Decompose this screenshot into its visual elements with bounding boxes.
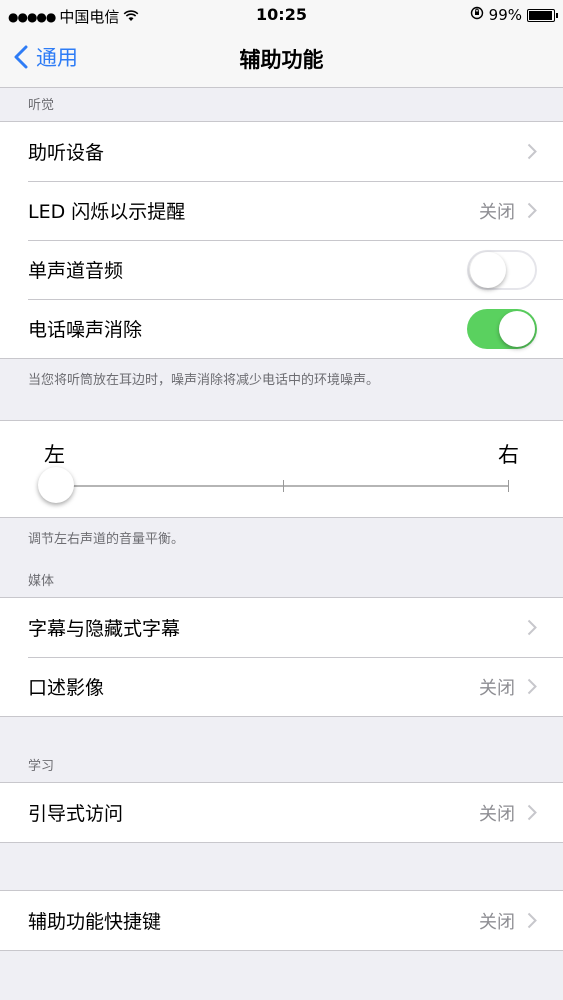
row-label: 字幕与隐藏式字幕 [28, 618, 181, 640]
chevron-right-icon [527, 143, 537, 160]
chevron-right-icon [527, 912, 537, 929]
noise-cancellation-footer: 当您将听筒放在耳边时，噪声消除将减少电话中的环境噪声。 [28, 373, 380, 388]
settings-content: 听觉 助听设备 LED 闪烁以示提醒 关闭 单声道音频 电话噪声消除 当您将听筒… [0, 88, 563, 951]
status-bar: ●●●●● 中国电信 10:25 99% [0, 0, 563, 30]
hearing-devices-row[interactable]: 助听设备 [0, 122, 563, 181]
balance-right-label: 右 [498, 443, 519, 467]
chevron-right-icon [527, 678, 537, 695]
row-value: 关闭 [479, 677, 515, 699]
slider-tick [282, 480, 284, 492]
slider-tick [508, 480, 509, 492]
chevron-right-icon [527, 804, 537, 821]
section-header-media: 媒体 [28, 574, 55, 589]
shortcut-group: 辅助功能快捷键 关闭 [0, 890, 563, 951]
status-right: 99% [470, 6, 558, 24]
row-label: 助听设备 [28, 142, 105, 164]
chevron-right-icon [527, 202, 537, 219]
subtitles-row[interactable]: 字幕与隐藏式字幕 [0, 598, 563, 657]
battery-percent: 99% [488, 6, 522, 24]
row-label: LED 闪烁以示提醒 [28, 201, 186, 223]
balance-left-label: 左 [44, 443, 65, 467]
page-title: 辅助功能 [239, 48, 324, 72]
guided-access-row[interactable]: 引导式访问 关闭 [0, 783, 563, 842]
chevron-right-icon [527, 619, 537, 636]
section-header-learning: 学习 [28, 759, 55, 774]
mono-audio-row: 单声道音频 [0, 240, 563, 299]
balance-group: 左 右 [0, 420, 563, 518]
row-value: 关闭 [479, 201, 515, 223]
toggle-knob [499, 310, 535, 347]
row-label: 引导式访问 [28, 803, 124, 825]
balance-slider[interactable] [38, 467, 509, 503]
row-label: 口述影像 [28, 677, 105, 699]
noise-cancellation-row: 电话噪声消除 [0, 299, 563, 358]
noise-cancellation-toggle[interactable] [467, 308, 537, 349]
hearing-group: 助听设备 LED 闪烁以示提醒 关闭 单声道音频 电话噪声消除 [0, 121, 563, 359]
row-value: 关闭 [479, 911, 515, 933]
accessibility-shortcut-row[interactable]: 辅助功能快捷键 关闭 [0, 891, 563, 950]
row-label: 单声道音频 [28, 260, 124, 282]
led-flash-row[interactable]: LED 闪烁以示提醒 关闭 [0, 181, 563, 240]
media-group: 字幕与隐藏式字幕 口述影像 关闭 [0, 597, 563, 717]
row-value: 关闭 [479, 803, 515, 825]
navigation-bar: 通用 辅助功能 [0, 30, 563, 88]
slider-thumb[interactable] [38, 467, 74, 503]
balance-footer: 调节左右声道的音量平衡。 [28, 532, 185, 547]
battery-icon [527, 8, 558, 22]
mono-audio-toggle[interactable] [467, 249, 537, 290]
row-label: 辅助功能快捷键 [28, 911, 162, 933]
row-label: 电话噪声消除 [28, 319, 143, 341]
section-header-hearing: 听觉 [28, 98, 55, 113]
orientation-lock-icon [470, 6, 484, 24]
learning-group: 引导式访问 关闭 [0, 782, 563, 843]
audio-description-row[interactable]: 口述影像 关闭 [0, 657, 563, 716]
toggle-knob [470, 251, 506, 288]
